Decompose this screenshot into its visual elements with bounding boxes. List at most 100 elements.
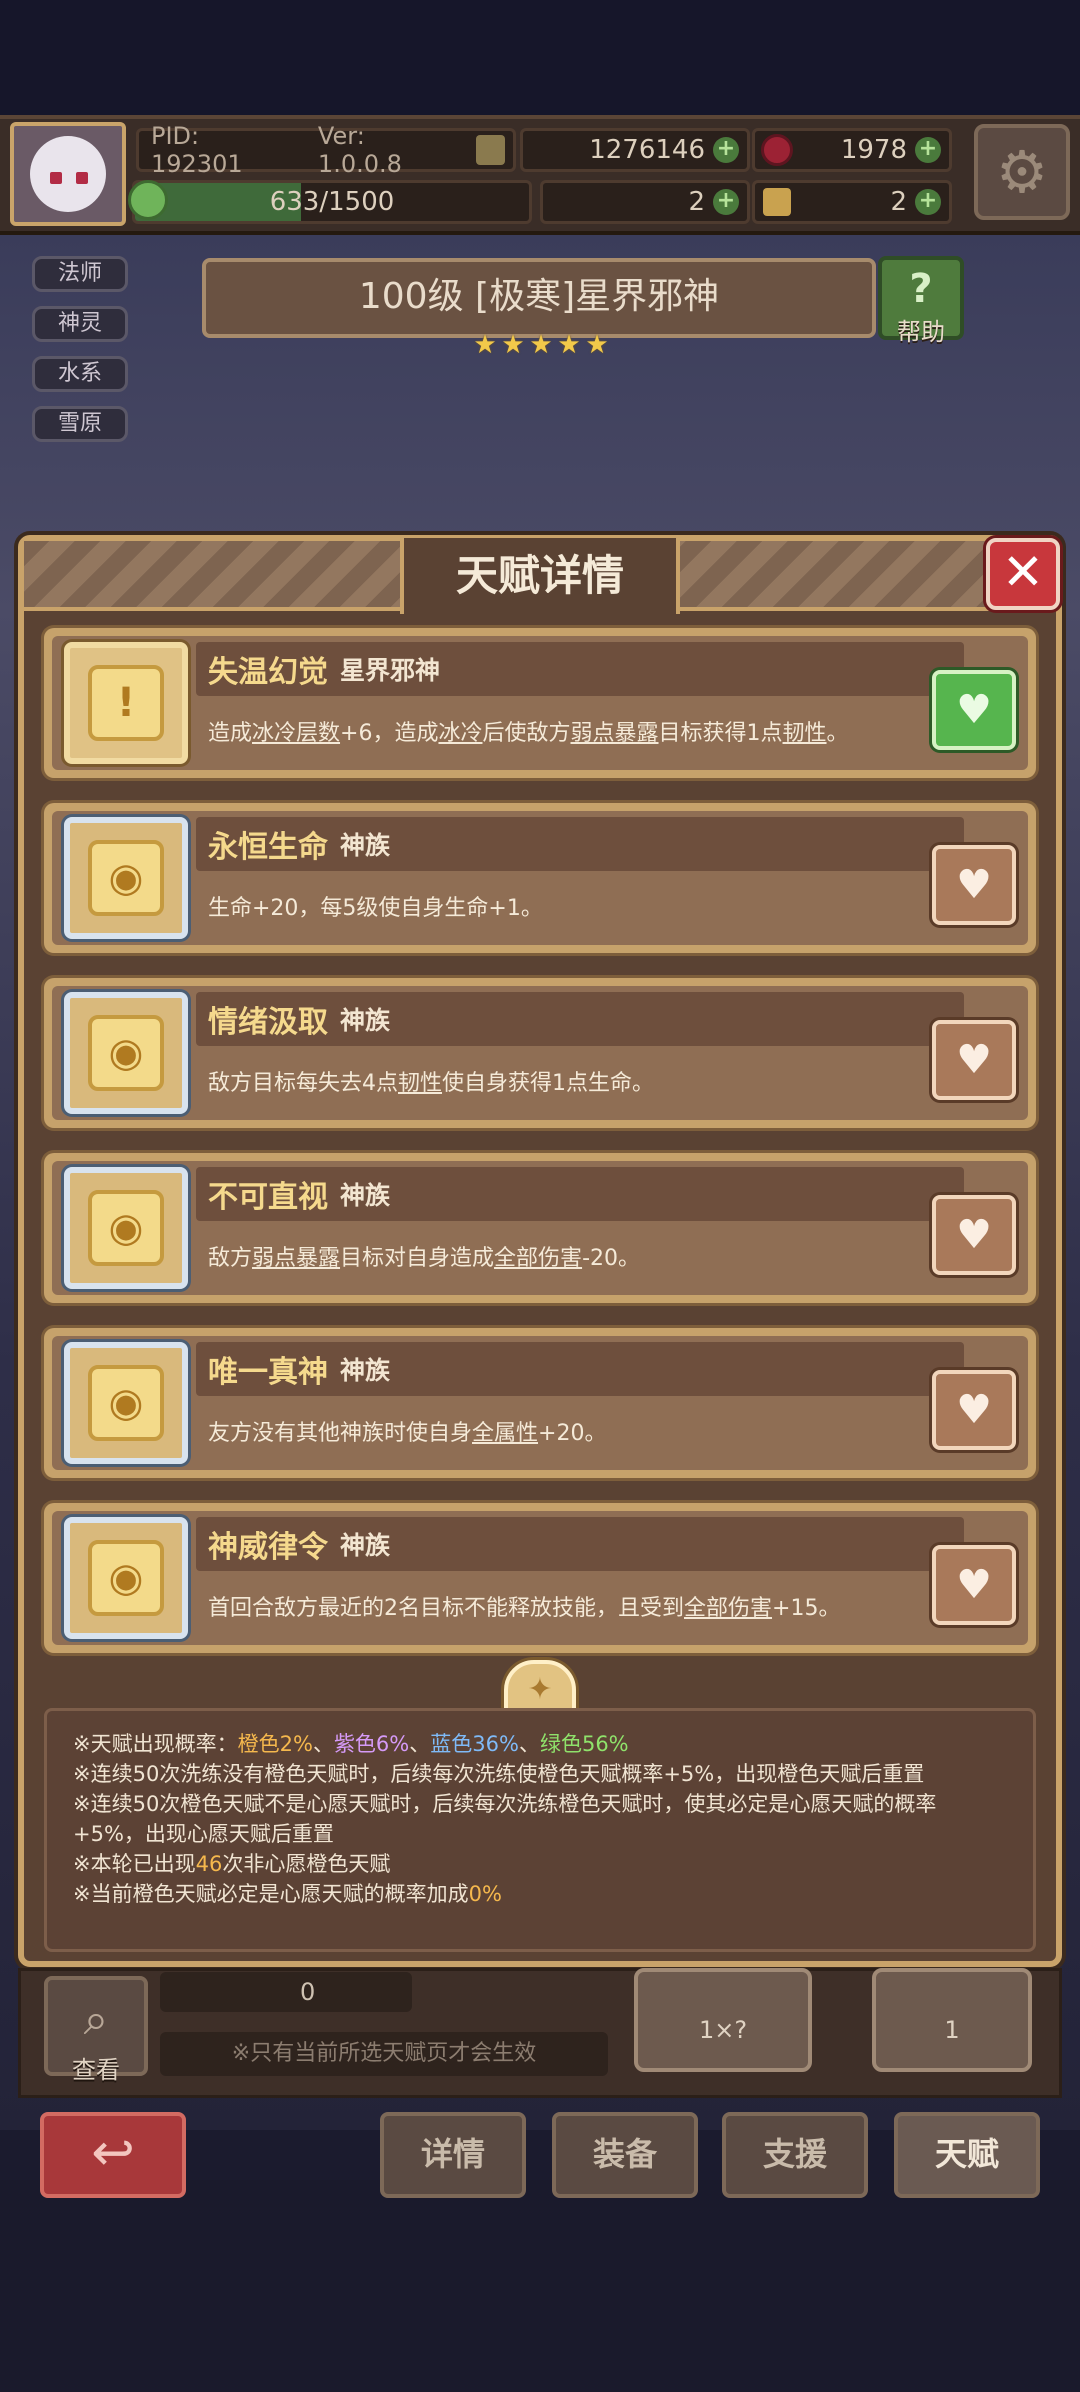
experience-text: 633/1500 [269,187,395,217]
heart-icon: ♥ [956,1212,992,1258]
gear-icon: ⚙ [996,138,1048,206]
star-icon: ★ [585,330,609,360]
talent-row: ◉ 神威律令 神族 首回合敌方最近的2名目标不能释放技能，且受到全部伤害+15。 ♥ [44,1503,1036,1653]
talent-icon[interactable]: ◉ [64,992,188,1114]
star-icon: ★ [473,330,497,360]
talent-icon[interactable]: ◉ [64,817,188,939]
clover-count: 2 [688,187,705,217]
heart-icon: ♥ [956,1037,992,1083]
description-text: 造成 [208,721,253,746]
talent-icon[interactable]: ! [64,642,188,764]
talent-name-bar: 不可直视 神族 [196,1167,964,1221]
wish-toggle-button[interactable]: ♥ [932,1370,1016,1450]
talent-page-hint: ※只有当前所选天赋页才会生效 [160,2032,608,2076]
rate-orange: 橙色2% [237,1732,313,1756]
close-button[interactable]: ✕ [986,538,1060,610]
heart-icon: ♥ [956,687,992,733]
rules-line-3: ※连续50次橙色天赋不是心愿天赋时，后续每次洗练橙色天赋时，使其必定是心愿天赋的… [73,1792,937,1816]
talent-name: 不可直视 [208,1180,328,1215]
wish-toggle-button[interactable]: ♥ [932,670,1016,750]
non-wish-orange-count: 46 [195,1852,223,1876]
add-gem-icon[interactable]: + [915,137,941,163]
heart-icon: ♥ [956,862,992,908]
wish-toggle-button[interactable]: ♥ [932,1545,1016,1625]
keyword-link[interactable]: 韧性 [398,1071,442,1096]
player-avatar[interactable] [10,122,126,226]
keyword-link[interactable]: 弱点暴露 [252,1246,340,1271]
talent-row: ◉ 永恒生命 神族 生命+20，每5级使自身生命+1。 ♥ [44,803,1036,953]
description-text: 友方没有其他神族时使自身 [208,1421,473,1446]
add-clover-icon[interactable]: + [713,189,739,215]
keyword-link[interactable]: 冰冷 [438,721,482,746]
description-text: 目标获得1点 [658,721,783,746]
auto-wash-button[interactable]: 1×? [634,1968,812,2072]
talent-row-body: ◉ 永恒生命 神族 生命+20，每5级使自身生命+1。 ♥ [52,811,1028,945]
talent-race: 神族 [340,1181,391,1210]
add-scroll-icon[interactable]: + [915,189,941,215]
rules-rate-prefix: ※天赋出现概率： [73,1732,238,1756]
rules-line-5-suffix: 次非心愿橙色天赋 [222,1852,391,1876]
rate-separator: 、 [409,1732,431,1756]
keyword-link[interactable]: 全部伤害 [684,1596,772,1621]
keyword-link[interactable]: 弱点暴露 [571,721,659,746]
talent-row: ! 失温幻觉 星界邪神 造成冰冷层数+6，造成冰冷后使敌方弱点暴露目标获得1点韧性。 ♥ [44,628,1036,778]
status-area-background [0,0,1080,115]
tag-race: 神灵 [32,306,128,342]
scroll-count: 2 [890,187,907,217]
talent-icon[interactable]: ◉ [64,1342,188,1464]
description-text: +20。 [538,1421,607,1446]
keyword-link[interactable]: 冰冷层数 [252,721,340,746]
tab-details[interactable]: 详情 [380,2112,526,2198]
talent-race: 神族 [340,831,391,860]
experience-bar: 633/1500 [132,180,532,224]
talent-icon[interactable]: ◉ [64,1517,188,1639]
talent-wash-button[interactable]: 1 [872,1968,1032,2072]
divine-emblem-icon: ◉ [88,1015,164,1091]
description-text: 敌方目标每失去4点 [208,1071,398,1096]
description-text: 生命+20，每5级使自身生命+1。 [208,896,543,921]
settings-button[interactable]: ⚙ [974,124,1070,220]
talent-row: ◉ 唯一真神 神族 友方没有其他神族时使自身全属性+20。 ♥ [44,1328,1036,1478]
talent-name: 神威律令 [208,1530,328,1565]
rate-purple: 紫色6% [333,1732,410,1756]
talent-name: 情绪汲取 [208,1005,328,1040]
auto-wash-count: 1×? [698,2016,748,2044]
add-gold-icon[interactable]: + [713,137,739,163]
description-text: -20。 [582,1246,640,1271]
talent-row: ◉ 不可直视 神族 敌方弱点暴露目标对自身造成全部伤害-20。 ♥ [44,1153,1036,1303]
talent-name: 唯一真神 [208,1355,328,1390]
wish-toggle-button[interactable]: ♥ [932,845,1016,925]
coin-icon [476,135,505,165]
gold-box: 1276146 + [520,128,750,172]
talent-race: 星界邪神 [340,656,441,685]
talent-rules-panel: ※天赋出现概率：橙色2%、紫色6%、蓝色36%、绿色56% ※连续50次洗练没有… [44,1708,1036,1952]
keyword-link[interactable]: 韧性 [783,721,827,746]
tab-equipment[interactable]: 装备 [552,2112,698,2198]
tab-support[interactable]: 支援 [722,2112,868,2198]
wish-toggle-button[interactable]: ♥ [932,1195,1016,1275]
player-id: PID: 192301 [151,122,243,178]
divine-emblem-icon: ◉ [88,1365,164,1441]
keyword-link[interactable]: 全部伤害 [494,1246,582,1271]
talent-icon[interactable]: ◉ [64,1167,188,1289]
tab-talent[interactable]: 天赋 [894,2112,1040,2198]
rules-line-5-prefix: ※本轮已出现 [73,1852,196,1876]
clover-icon [128,180,168,220]
return-arrow-icon: ↩ [91,2123,135,2183]
talent-row-body: ◉ 唯一真神 神族 友方没有其他神族时使自身全属性+20。 ♥ [52,1336,1028,1470]
avatar-portrait [30,136,106,212]
wish-toggle-button[interactable]: ♥ [932,1020,1016,1100]
description-text: 首回合敌方最近的2名目标不能释放技能，且受到 [208,1596,684,1621]
keyword-link[interactable]: 全属性 [472,1421,538,1446]
rate-separator: 、 [312,1732,334,1756]
rules-line-6: ※当前橙色天赋必定是心愿天赋的概率加成0% [73,1879,1007,1909]
hero-title: 100级 [极寒]星界邪神 [202,258,876,338]
back-button[interactable]: ↩ [40,2112,186,2198]
scroll-box: 2 + [752,180,952,224]
talent-description: 造成冰冷层数+6，造成冰冷后使敌方弱点暴露目标获得1点韧性。 [208,712,948,756]
description-text: 目标对自身造成 [340,1246,495,1271]
scroll-icon [763,188,791,216]
rate-separator: 、 [518,1732,540,1756]
talent-description: 敌方目标每失去4点韧性使自身获得1点生命。 [208,1062,948,1106]
rules-line-6-prefix: ※当前橙色天赋必定是心愿天赋的概率加成 [73,1882,469,1906]
